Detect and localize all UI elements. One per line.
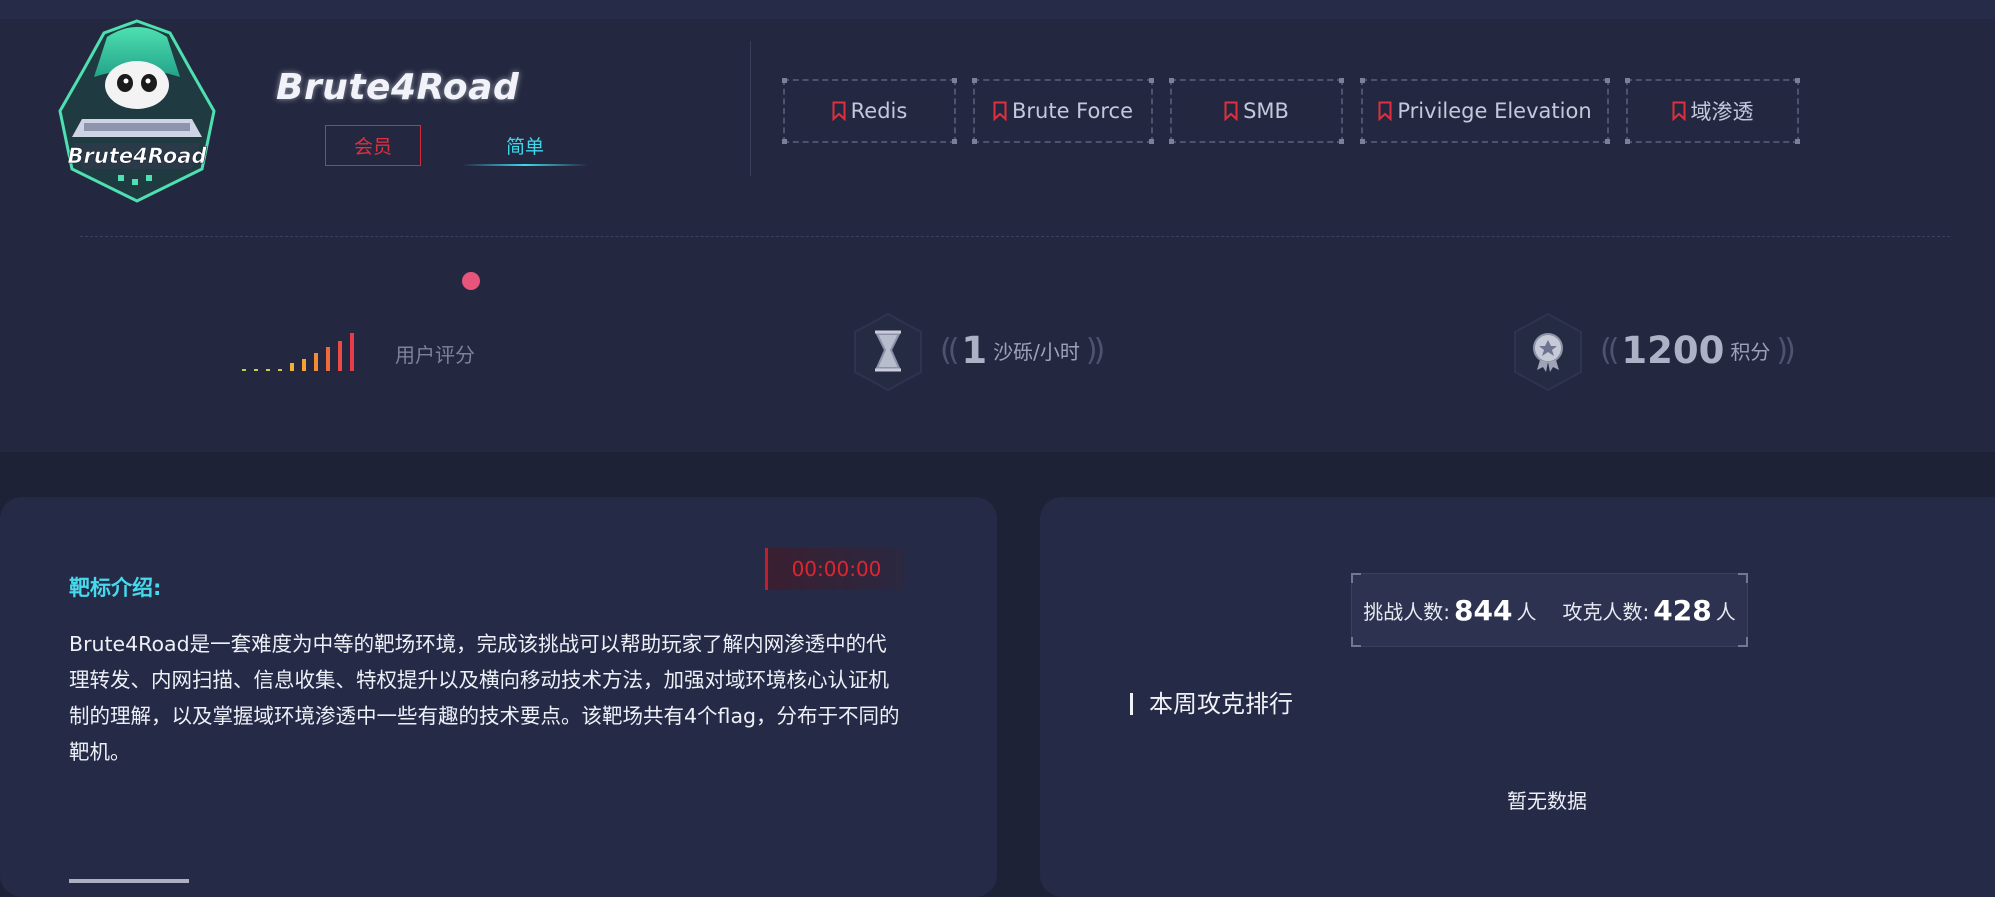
- points-value: 1200: [1621, 328, 1725, 372]
- rate-unit: 沙砾/小时: [993, 339, 1080, 364]
- paren-left-icon: ((: [1600, 332, 1620, 368]
- paren-right-icon: )): [1085, 332, 1106, 368]
- tag-label: 域渗透: [1690, 100, 1754, 124]
- solvers-label: 攻克人数:: [1562, 599, 1650, 624]
- intro-title: 靶标介绍:: [69, 576, 162, 600]
- tag-label: Brute Force: [1012, 99, 1133, 123]
- solvers-unit: 人: [1715, 599, 1736, 624]
- hourglass-icon: [854, 312, 922, 392]
- bookmark-icon: [1378, 101, 1392, 121]
- rating-label: 用户评分: [395, 343, 475, 367]
- tag-redis[interactable]: Redis: [782, 78, 957, 144]
- difficulty-badge: 简单: [462, 125, 588, 166]
- section-divider: [80, 236, 1950, 237]
- rate-value: 1: [961, 328, 988, 372]
- medal-icon: [1514, 312, 1582, 392]
- rating-marker: [462, 272, 480, 290]
- points-unit: 积分: [1730, 339, 1771, 364]
- tag-label: Redis: [850, 99, 908, 123]
- bookmark-icon: [1224, 101, 1238, 121]
- intro-description: Brute4Road是一套难度为中等的靶场环境，完成该挑战可以帮助玩家了解内网渗…: [69, 632, 900, 764]
- header-divider: [750, 41, 751, 176]
- counts-panel: 挑战人数: 844 人 攻克人数: 428 人: [1351, 573, 1748, 647]
- challengers-label: 挑战人数:: [1363, 599, 1451, 624]
- tag-privilege-elevation[interactable]: Privilege Elevation: [1360, 78, 1610, 144]
- countdown-timer: 00:00:00: [765, 548, 905, 590]
- empty-state: 暂无数据: [1507, 789, 1587, 813]
- tag-smb[interactable]: SMB: [1169, 78, 1344, 144]
- rate-stat: (( 1 沙砾/小时 )): [940, 325, 1106, 375]
- next-section-title: [69, 863, 219, 883]
- bookmark-icon: [1672, 101, 1685, 121]
- weekly-ranking-title: 本周攻克排行: [1130, 692, 1293, 716]
- paren-left-icon: ((: [940, 332, 960, 368]
- challengers-count: 844: [1454, 593, 1513, 627]
- challengers-unit: 人: [1516, 599, 1537, 624]
- tag-domain-pentest[interactable]: 域渗透: [1625, 78, 1800, 144]
- brand-logo-icon: Brute4Road: [58, 19, 216, 203]
- ranking-card: 挑战人数: 844 人 攻克人数: 428 人 本周攻克排行 暂无数据: [1040, 497, 1995, 897]
- points-stat: (( 1200 积分 )): [1600, 325, 1796, 375]
- bookmark-icon: [993, 101, 1007, 121]
- member-badge: 会员: [325, 125, 421, 166]
- top-strip: [0, 0, 1995, 19]
- challenge-title: Brute4Road: [276, 67, 520, 108]
- logo-text: Brute4Road: [68, 144, 208, 168]
- rating-bars: [242, 333, 354, 371]
- tag-label: SMB: [1243, 99, 1289, 123]
- bookmark-icon: [832, 101, 846, 121]
- paren-right-icon: )): [1776, 332, 1796, 368]
- solvers-count: 428: [1653, 593, 1712, 627]
- challenge-header: Brute4Road Brute4Road 会员 简单 Redis Brute …: [0, 19, 1995, 452]
- tag-label: Privilege Elevation: [1397, 99, 1592, 123]
- intro-card: 靶标介绍: 00:00:00 Brute4Road是一套难度为中等的靶场环境，完…: [0, 497, 997, 897]
- tag-brute-force[interactable]: Brute Force: [972, 78, 1154, 144]
